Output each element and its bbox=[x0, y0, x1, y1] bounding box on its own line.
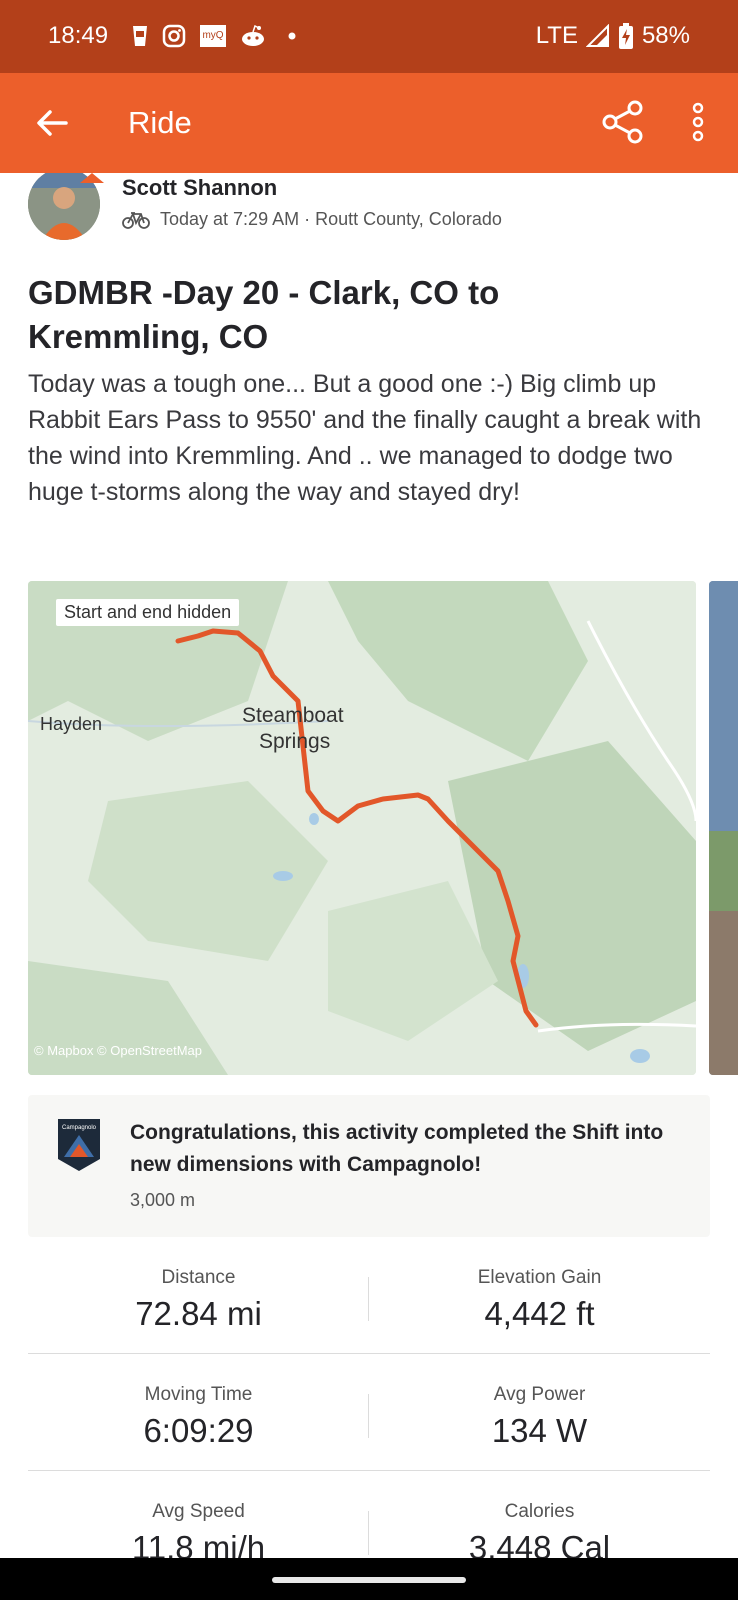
signal-icon bbox=[585, 24, 609, 47]
activity-description: Today was a tough one... But a good one … bbox=[28, 370, 702, 506]
map-canvas: Hayden Steamboat Springs © Mapbox © Open… bbox=[28, 581, 696, 1075]
achievement-text: Congratulations, this activity completed… bbox=[130, 1121, 664, 1176]
reddit-icon bbox=[242, 25, 264, 46]
stat-label: Calories bbox=[504, 1501, 575, 1522]
stat-calories: Calories 3,448 Cal bbox=[369, 1471, 710, 1558]
stat-label: Distance bbox=[161, 1267, 236, 1288]
stat-label: Elevation Gain bbox=[477, 1267, 602, 1288]
achievement-card[interactable]: Campagnolo Congratulations, this activit… bbox=[28, 1095, 710, 1237]
myq-icon: myQ bbox=[200, 25, 226, 47]
status-bar: 18:49 myQ LTE 58% bbox=[0, 0, 738, 73]
campagnolo-badge-icon: Campagnolo bbox=[58, 1119, 100, 1171]
route-map[interactable]: Hayden Steamboat Springs © Mapbox © Open… bbox=[28, 581, 696, 1075]
stat-value: 11.8 mi/h bbox=[131, 1529, 266, 1558]
activity-content[interactable]: Scott Shannon Today at 7:29 AM · Routt C… bbox=[0, 173, 738, 1558]
map-label-springs: Springs bbox=[259, 730, 330, 753]
more-vert-icon[interactable] bbox=[680, 99, 716, 145]
activity-title: GDMBR -Day 20 - Clark, CO to Kremmling, … bbox=[28, 274, 500, 355]
stat-label: Avg Speed bbox=[152, 1501, 245, 1522]
athlete-name[interactable]: Scott Shannon bbox=[122, 175, 277, 201]
photo-image bbox=[709, 581, 738, 1075]
activity-date-location: Today at 7:29 AM · Routt County, Colorad… bbox=[160, 209, 502, 229]
share-icon[interactable] bbox=[600, 99, 646, 145]
achievement-flag-icon bbox=[80, 173, 104, 183]
network-label: LTE bbox=[535, 22, 578, 49]
system-nav-bar bbox=[0, 1558, 738, 1600]
stat-elevation-gain: Elevation Gain 4,442 ft bbox=[369, 1237, 710, 1333]
dot-icon bbox=[288, 32, 296, 40]
instagram-icon bbox=[162, 24, 186, 48]
cup-icon bbox=[133, 26, 147, 46]
stat-value: 72.84 mi bbox=[135, 1295, 262, 1332]
battery-charging-icon bbox=[618, 23, 633, 49]
stat-avg-power: Avg Power 134 W bbox=[369, 1354, 710, 1450]
bike-icon bbox=[122, 211, 150, 229]
status-right: LTE 58% bbox=[536, 22, 690, 50]
home-gesture-pill[interactable] bbox=[272, 1577, 466, 1583]
stat-avg-speed: Avg Speed 11.8 mi/h bbox=[28, 1471, 369, 1558]
notification-icons: myQ bbox=[132, 24, 304, 48]
battery-label: 58% bbox=[641, 22, 690, 49]
map-label-steamboat: Steamboat bbox=[242, 704, 344, 727]
map-attribution[interactable]: © Mapbox © OpenStreetMap bbox=[34, 1043, 202, 1058]
stat-distance: Distance 72.84 mi bbox=[28, 1237, 369, 1333]
stat-moving-time: Moving Time 6:09:29 bbox=[28, 1354, 369, 1450]
stat-value: 4,442 ft bbox=[484, 1295, 595, 1332]
back-arrow-icon[interactable] bbox=[30, 101, 74, 145]
privacy-label: Start and end hidden bbox=[56, 599, 240, 626]
stat-value: 3,448 Cal bbox=[468, 1529, 611, 1558]
svg-text:Campagnolo: Campagnolo bbox=[62, 1125, 97, 1131]
app-bar: Ride bbox=[0, 73, 738, 173]
page-title: Ride bbox=[128, 105, 192, 140]
status-time: 18:49 bbox=[48, 22, 109, 49]
stat-label: Avg Power bbox=[493, 1384, 586, 1405]
stat-row: Avg Speed 11.8 mi/h Calories 3,448 Cal bbox=[28, 1471, 710, 1558]
activity-meta: Today at 7:29 AM · Routt County, Colorad… bbox=[122, 209, 502, 230]
stat-value: 6:09:29 bbox=[143, 1412, 254, 1449]
stat-row: Distance 72.84 mi Elevation Gain 4,442 f… bbox=[28, 1237, 710, 1354]
map-label-hayden: Hayden bbox=[40, 714, 102, 734]
stats-grid: Distance 72.84 mi Elevation Gain 4,442 f… bbox=[28, 1237, 710, 1558]
stat-row: Moving Time 6:09:29 Avg Power 134 W bbox=[28, 1354, 710, 1471]
stat-value: 134 W bbox=[491, 1412, 588, 1449]
stat-label: Moving Time bbox=[144, 1384, 253, 1405]
activity-photo-thumbnail[interactable] bbox=[709, 581, 738, 1075]
achievement-subtext: 3,000 m bbox=[130, 1190, 196, 1210]
